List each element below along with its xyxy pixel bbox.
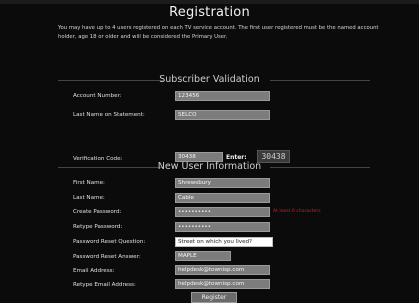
statement-last-name-label: Last Name on Statement: [73, 112, 145, 118]
new-user-heading: New User Information [157, 161, 262, 172]
create-password-field[interactable]: •••••••••• [175, 207, 270, 217]
enter-label: Enter: [226, 154, 247, 161]
top-bar [0, 0, 419, 4]
register-button[interactable]: Register [191, 292, 237, 303]
email-label: Email Address: [73, 268, 115, 274]
reset-question-label: Password Reset Question: [73, 239, 146, 245]
first-name-field[interactable]: Shrewsbury [175, 178, 270, 188]
retype-password-field[interactable]: •••••••••• [175, 222, 270, 232]
reset-answer-field[interactable]: MAPLE [175, 251, 231, 261]
email-field[interactable]: helpdesk@townisp.com [175, 265, 270, 275]
intro-text: You may have up to 4 users registered on… [58, 25, 379, 40]
create-password-label: Create Password: [73, 209, 122, 215]
password-hint: At least 6 characters [273, 209, 321, 214]
page-title: Registration [169, 5, 250, 20]
last-name-label: Last Name: [73, 195, 105, 201]
subscriber-validation-heading: Subscriber Validation [159, 74, 260, 85]
last-name-field[interactable]: Cable [175, 193, 270, 203]
retype-email-field[interactable]: helpdesk@townisp.com [175, 279, 270, 289]
first-name-label: First Name: [73, 180, 105, 186]
account-number-label: Account Number: [73, 93, 122, 99]
retype-password-label: Retype Password: [73, 224, 123, 230]
statement-last-name-field[interactable]: SELCO [175, 110, 270, 120]
reset-question-field[interactable]: Street on which you lived? [175, 237, 273, 247]
retype-email-label: Retype Email Address: [73, 282, 136, 288]
reset-answer-label: Password Reset Answer: [73, 254, 141, 260]
account-number-field[interactable]: 123456 [175, 91, 270, 101]
